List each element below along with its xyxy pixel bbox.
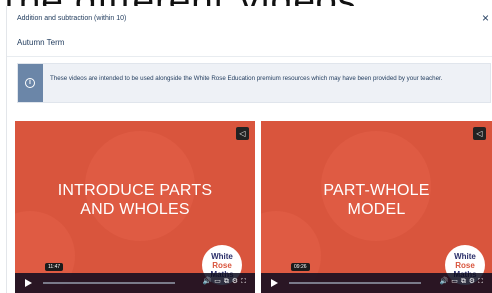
modal-breadcrumb: Addition and subtraction (within 10)	[17, 15, 131, 22]
video-player-part-whole-model[interactable]: ◁ PART-WHOLE MODEL White Rose Maths 09:2…	[261, 121, 492, 293]
share-icon[interactable]: ◁	[236, 127, 249, 140]
player-control-icons[interactable]: 🔊▭⧉⚙⛶	[439, 277, 486, 286]
video-title-line-1: PART-WHOLE	[323, 182, 430, 199]
info-text: These videos are intended to be used alo…	[50, 75, 443, 82]
progress-bar[interactable]	[289, 282, 421, 284]
info-banner: i These videos are intended to be used a…	[17, 63, 491, 103]
term-label: Autumn Term	[17, 38, 65, 47]
share-icon[interactable]: ◁	[473, 127, 486, 140]
player-control-icons[interactable]: 🔊▭⧉⚙⛶	[202, 277, 249, 286]
time-tooltip: 09:26	[291, 263, 310, 271]
info-icon: i	[25, 78, 35, 88]
logo-word-2: Rose	[455, 261, 475, 270]
play-icon[interactable]	[271, 279, 278, 287]
video-title: INTRODUCE PARTS AND WHOLES	[15, 181, 255, 219]
video-title-line-1: INTRODUCE PARTS	[57, 182, 213, 199]
logo-word-2: Rose	[212, 261, 232, 270]
close-icon[interactable]: ×	[479, 11, 492, 25]
video-controls: 11:47 🔊▭⧉⚙⛶	[15, 263, 255, 293]
video-title-line-2: MODEL	[347, 201, 406, 218]
video-controls: 09:26 🔊▭⧉⚙⛶	[261, 263, 492, 293]
play-icon[interactable]	[25, 279, 32, 287]
video-title-line-2: AND WHOLES	[80, 201, 190, 218]
info-stripe: i	[18, 64, 43, 102]
time-tooltip: 11:47	[45, 263, 64, 271]
progress-bar[interactable]	[43, 282, 175, 284]
video-title: PART-WHOLE MODEL	[261, 181, 492, 219]
logo-word-1: White	[454, 252, 476, 261]
divider	[7, 56, 492, 57]
logo-word-1: White	[211, 252, 233, 261]
video-player-introduce-parts-and-wholes[interactable]: ◁ INTRODUCE PARTS AND WHOLES White Rose …	[15, 121, 255, 293]
